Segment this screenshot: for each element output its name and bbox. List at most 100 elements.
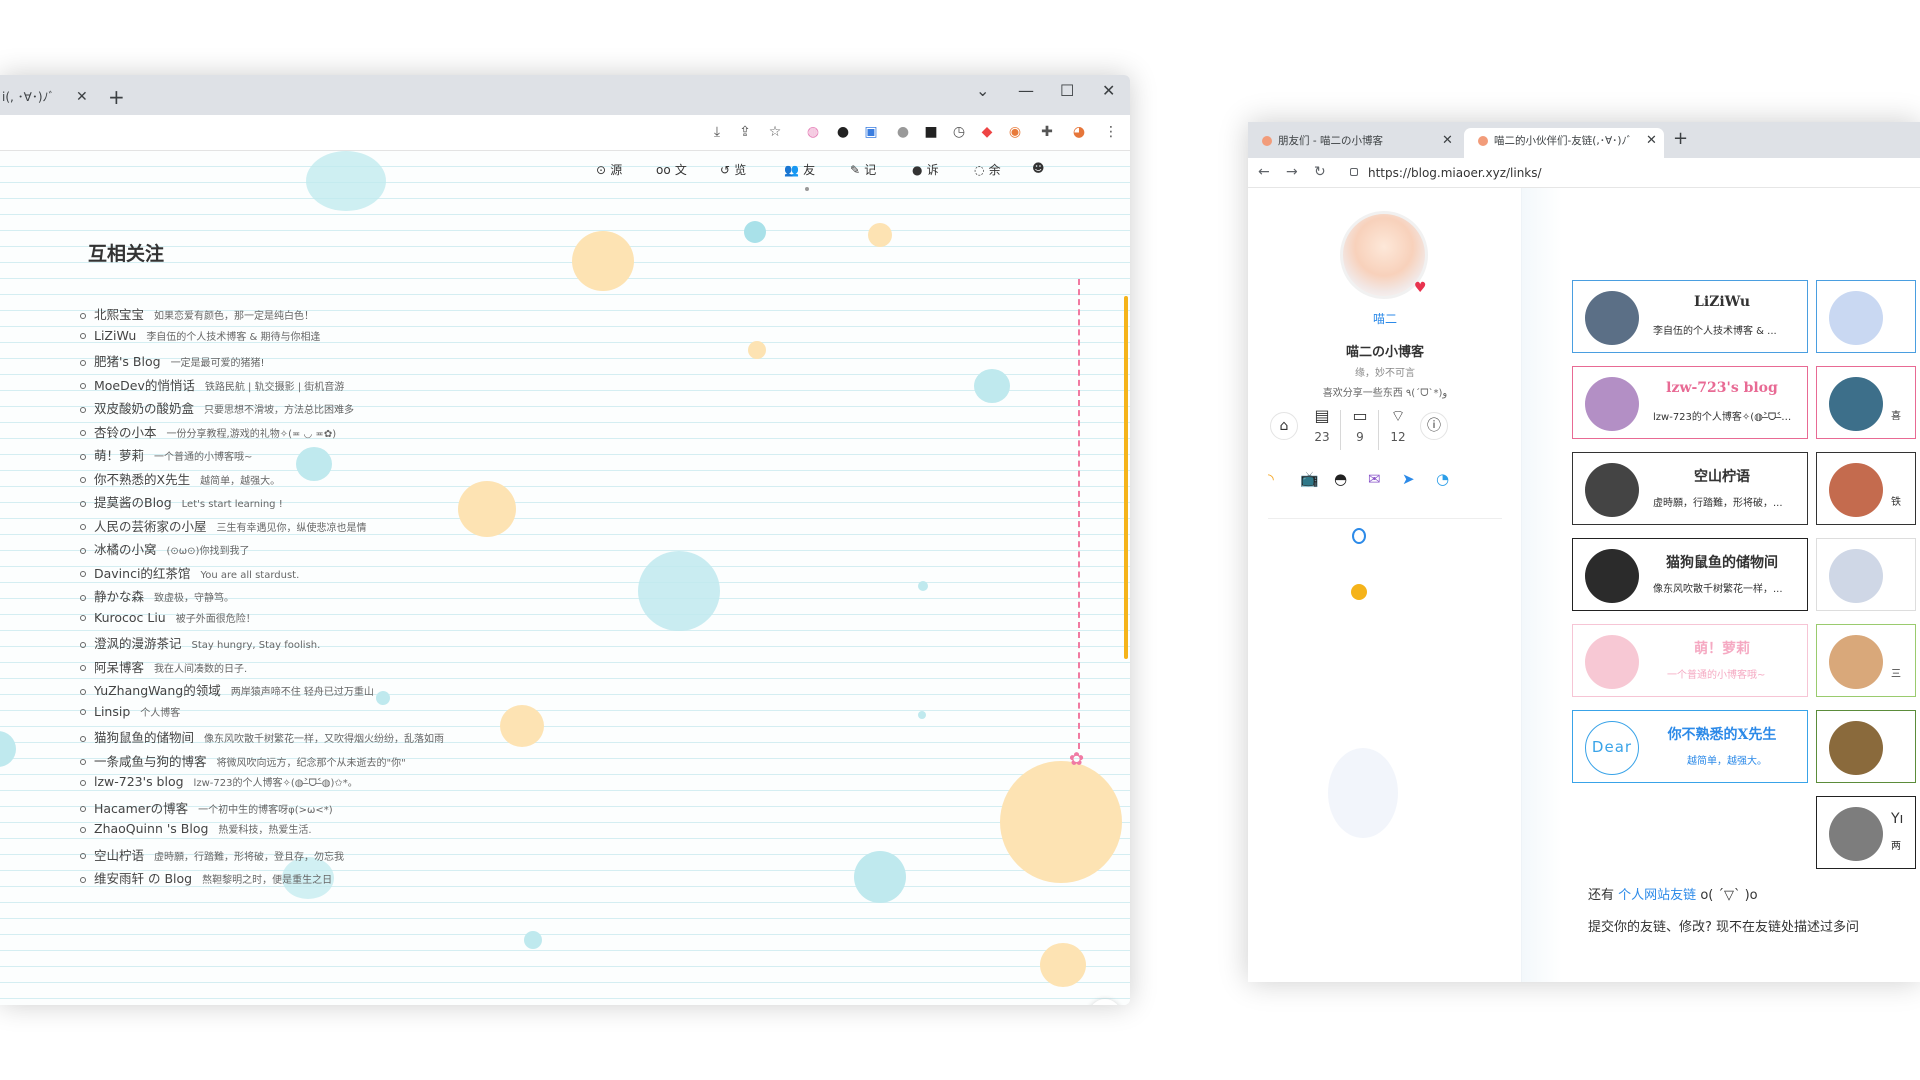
maximize-button[interactable]: ☐ bbox=[1060, 81, 1074, 100]
nav-item-comments[interactable]: ● 诉 bbox=[912, 161, 939, 185]
rss-icon[interactable]: ◝ bbox=[1268, 470, 1274, 488]
friend-card-partial[interactable]: 铁 bbox=[1816, 452, 1916, 525]
extension-box-icon[interactable]: ■ bbox=[922, 123, 940, 141]
friend-name[interactable]: Kurococ Liu bbox=[94, 610, 166, 625]
nav-item-articles[interactable]: oo 文 bbox=[656, 161, 687, 185]
extension-new-icon[interactable]: ▣ bbox=[862, 123, 880, 141]
extension-red-icon[interactable]: ◆ bbox=[978, 123, 996, 141]
nav-item-mascot[interactable]: ☻ bbox=[1032, 161, 1045, 185]
headphones-icon[interactable]: 🎧 bbox=[1089, 999, 1121, 1005]
telegram-icon[interactable]: ➤ bbox=[1402, 470, 1415, 488]
friend-name[interactable]: 北熙宝宝 bbox=[94, 307, 144, 322]
extension-clock-icon[interactable]: ◷ bbox=[950, 123, 968, 141]
friend-list-item[interactable]: 静かな森 致虚极，守静笃。 bbox=[80, 586, 234, 604]
extension-gray-icon[interactable]: ● bbox=[894, 123, 912, 141]
minimize-button[interactable]: — bbox=[1018, 81, 1034, 100]
friend-list-item[interactable]: 提莫酱のBlog Let's start learning ! bbox=[80, 492, 283, 510]
nav-item-notes[interactable]: ✎ 记 bbox=[850, 161, 876, 185]
new-tab-button[interactable]: + bbox=[1673, 128, 1688, 149]
nav-item-source[interactable]: ⊙ 源 bbox=[596, 161, 622, 185]
address-bar[interactable]: https://blog.miaoer.xyz/links/ bbox=[1348, 162, 1920, 184]
friend-card[interactable]: 萌！萝莉 一个普通的小博客哦~ bbox=[1572, 624, 1808, 697]
personal-links-link[interactable]: 个人网站友链 bbox=[1618, 888, 1696, 903]
friend-list-item[interactable]: 空山柠语 虚時願，行踏難，形将破，登且存，勿忘我 bbox=[80, 845, 344, 863]
friend-name[interactable]: 维安雨轩 の Blog bbox=[94, 871, 192, 886]
friend-card-partial[interactable]: 三 bbox=[1816, 624, 1916, 697]
friend-list-item[interactable]: 维安雨轩 の Blog 熬靼黎明之时，便是重生之日 bbox=[80, 868, 332, 886]
qq-icon[interactable]: ◔ bbox=[1436, 470, 1449, 488]
friend-list-item[interactable]: MoeDev的悄悄话 铁路民航 | 轨交摄影 | 街机音游 bbox=[80, 375, 344, 393]
scrollbar-thumb[interactable] bbox=[1124, 296, 1128, 659]
friend-name[interactable]: lzw-723's blog bbox=[94, 774, 184, 789]
friend-card-partial[interactable] bbox=[1816, 280, 1916, 353]
close-tab-icon[interactable]: ✕ bbox=[1646, 128, 1657, 154]
friend-list-item[interactable]: Davinci的红茶馆 You are all stardust. bbox=[80, 563, 299, 581]
friend-list-item[interactable]: 双皮酸奶の酸奶盒 只要思想不滑坡，方法总比困难多 bbox=[80, 398, 354, 416]
home-icon[interactable]: ⌂ bbox=[1270, 412, 1298, 440]
friend-name[interactable]: 提莫酱のBlog bbox=[94, 495, 172, 510]
new-tab-button[interactable]: + bbox=[108, 85, 125, 109]
github-icon[interactable]: ◓ bbox=[1334, 470, 1347, 488]
extension-cat-icon[interactable]: ◍ bbox=[804, 123, 822, 141]
friend-name[interactable]: 阿呆博客 bbox=[94, 660, 144, 675]
friend-name[interactable]: MoeDev的悄悄话 bbox=[94, 378, 195, 393]
friend-list-item[interactable]: 北熙宝宝 如果恋爱有颜色，那一定是纯白色！ bbox=[80, 304, 314, 322]
friend-list-item[interactable]: 猫狗鼠鱼的储物间 像东风吹散千树繁花一样，又吹得烟火纷纷，乱落如雨 bbox=[80, 727, 444, 745]
friend-card[interactable]: 空山柠语 虚時願，行踏難，形将破，... bbox=[1572, 452, 1808, 525]
stat-categories[interactable]: ▭ 9 bbox=[1342, 406, 1378, 445]
friend-card-partial[interactable] bbox=[1816, 710, 1916, 783]
friend-card[interactable]: lzw-723's blog lzw-723的个人博客✧(◍˃̶ᗜ˂̶◍)✩... bbox=[1572, 366, 1808, 439]
friend-name[interactable]: 空山柠语 bbox=[94, 848, 144, 863]
browser-tab[interactable]: i(, ･∀･)ﾉﾞ ✕ bbox=[0, 83, 96, 115]
friend-name[interactable]: 你不熟悉的X先生 bbox=[94, 472, 190, 487]
info-icon[interactable]: ⓘ bbox=[1420, 412, 1448, 440]
extension-glasses-icon[interactable]: ● bbox=[834, 123, 852, 141]
friend-list-item[interactable]: 肥猪's Blog 一定是最可爱的猪猪! bbox=[80, 351, 265, 369]
close-tab-icon[interactable]: ✕ bbox=[76, 83, 88, 111]
menu-kebab-icon[interactable]: ⋮ bbox=[1102, 123, 1120, 141]
stat-tags[interactable]: ⌔ 12 bbox=[1380, 406, 1416, 445]
friend-list-item[interactable]: Kurococ Liu 被子外面很危险！ bbox=[80, 610, 256, 628]
browser-tab-active[interactable]: 喵二的小伙伴们-友链(,･∀･)ﾉﾞ ✕ bbox=[1464, 128, 1664, 158]
friend-name[interactable]: 杏铃の小本 bbox=[94, 425, 157, 440]
forward-icon[interactable]: → bbox=[1286, 164, 1298, 180]
friend-card[interactable]: LiZiWu 李自伍的个人技术博客 & ... bbox=[1572, 280, 1808, 353]
friend-list-item[interactable]: 阿呆博客 我在人间凑数的日子. bbox=[80, 657, 247, 675]
friend-list-item[interactable]: 杏铃の小本 一份分享教程,游戏的礼物✧(≖ ◡ ≖✿) bbox=[80, 422, 336, 440]
stat-archives[interactable]: ▤ 23 bbox=[1304, 406, 1340, 445]
friend-list-item[interactable]: YuZhangWang的领域 两岸猿声啼不住 轻舟已过万重山 bbox=[80, 680, 374, 698]
reload-icon[interactable]: ↻ bbox=[1314, 164, 1326, 180]
friend-list-item[interactable]: 澄沨的漫游茶记 Stay hungry, Stay foolish. bbox=[80, 633, 320, 651]
friend-name[interactable]: 双皮酸奶の酸奶盒 bbox=[94, 401, 194, 416]
friend-list-item[interactable]: LiZiWu 李自伍的个人技术博客 & 期待与你相逢 bbox=[80, 328, 320, 346]
friend-list-item[interactable]: Linsip 个人博客 bbox=[80, 704, 180, 722]
browser-tab[interactable]: 朋友们 - 喵二の小博客 ✕ bbox=[1248, 128, 1462, 158]
friend-name[interactable]: 人民の芸術家の小屋 bbox=[94, 519, 207, 534]
friend-card-partial[interactable]: Yı 两 bbox=[1816, 796, 1916, 869]
friend-card[interactable]: Dear 你不熟悉的X先生 越简单，越强大。 bbox=[1572, 710, 1808, 783]
friend-list-item[interactable]: ZhaoQuinn 's Blog 热爱科技，热爱生活. bbox=[80, 821, 312, 839]
theme-toggle-icon[interactable] bbox=[1351, 584, 1367, 600]
friend-name[interactable]: Hacamerの博客 bbox=[94, 801, 188, 816]
friend-card-partial[interactable] bbox=[1816, 538, 1916, 611]
friend-list-item[interactable]: lzw-723's blog lzw-723的个人博客✧(◍˃̶ᗜ˂̶◍)✩*。 bbox=[80, 774, 358, 792]
friend-list-item[interactable]: 冰橘の小窝 (⊙ω⊙)你找到我了 bbox=[80, 539, 249, 557]
power-toggle-icon[interactable] bbox=[1352, 528, 1366, 544]
friend-name[interactable]: 肥猪's Blog bbox=[94, 354, 161, 369]
profile-handle[interactable]: 喵二 bbox=[1248, 310, 1522, 327]
back-icon[interactable]: ← bbox=[1258, 164, 1270, 180]
friend-name[interactable]: 冰橘の小窝 bbox=[94, 542, 157, 557]
friend-list-item[interactable]: 你不熟悉的X先生 越简单，越强大。 bbox=[80, 469, 280, 487]
friend-card[interactable]: 猫狗鼠鱼的储物间 像东风吹散千树繁花一样，... bbox=[1572, 538, 1808, 611]
friend-name[interactable]: ZhaoQuinn 's Blog bbox=[94, 821, 208, 836]
profile-avatar[interactable]: ◕ bbox=[1070, 123, 1088, 141]
friend-name[interactable]: Linsip bbox=[94, 704, 130, 719]
extension-orange-icon[interactable]: ◉ bbox=[1006, 123, 1024, 141]
chevron-down-icon[interactable]: ⌄ bbox=[976, 81, 989, 100]
friend-card-partial[interactable]: 喜 bbox=[1816, 366, 1916, 439]
friend-name[interactable]: 萌！萝莉 bbox=[94, 448, 144, 463]
friend-name[interactable]: Davinci的红茶馆 bbox=[94, 566, 190, 581]
friend-name[interactable]: 澄沨的漫游茶记 bbox=[94, 636, 182, 651]
sakura-pin-icon[interactable]: ✿ bbox=[1069, 749, 1084, 770]
friend-list-item[interactable]: 人民の芸術家の小屋 三生有幸遇见你，纵使悲凉也是情 bbox=[80, 516, 367, 534]
